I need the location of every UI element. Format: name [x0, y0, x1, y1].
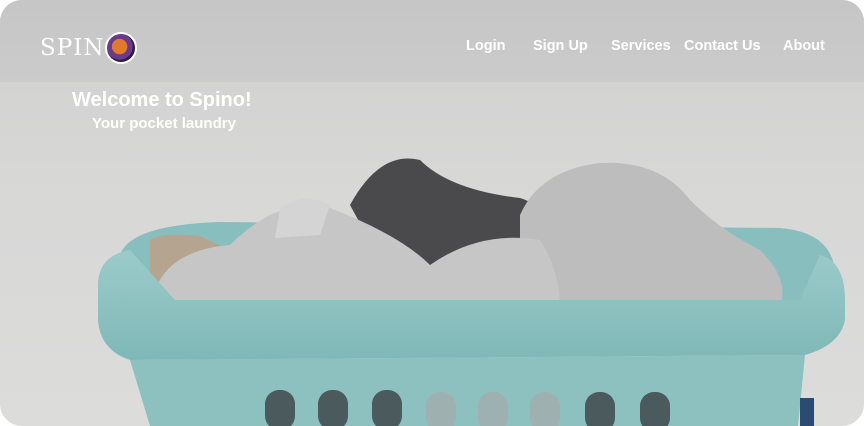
nav-contact-link[interactable]: Contact Us [684, 38, 761, 54]
main-nav: Login Sign Up Services Contact Us About [0, 38, 864, 58]
nav-about-link[interactable]: About [783, 38, 825, 54]
page-frame: SPIN Login Sign Up Services Contact Us A… [0, 0, 864, 426]
nav-services-link[interactable]: Services [611, 38, 671, 54]
hero-title: Welcome to Spino! [72, 89, 252, 111]
nav-signup-link[interactable]: Sign Up [533, 38, 588, 54]
nav-login-link[interactable]: Login [466, 38, 505, 54]
hero-subtitle: Your pocket laundry [92, 115, 236, 132]
